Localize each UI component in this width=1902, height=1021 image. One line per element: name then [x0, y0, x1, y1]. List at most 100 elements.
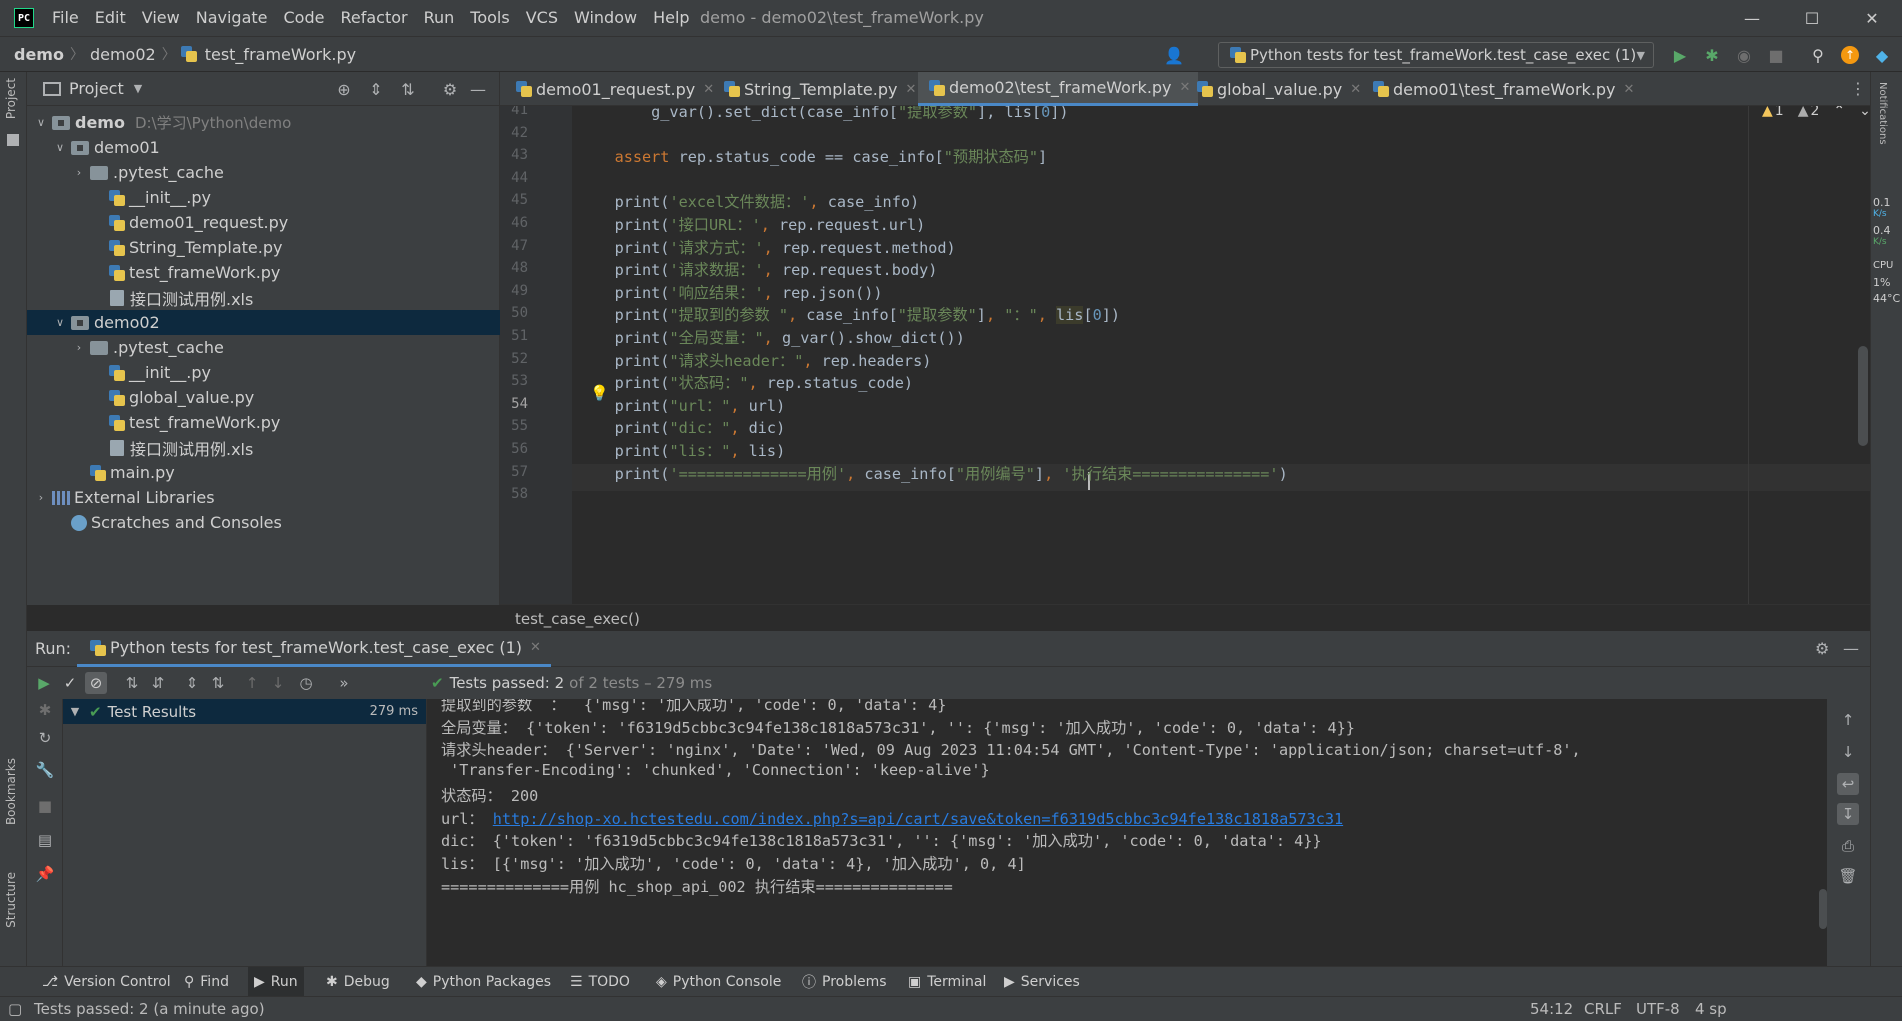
tree-item[interactable]: › .pytest_cache — [27, 160, 500, 185]
chevron-right-icon[interactable]: › — [33, 491, 49, 504]
bookmarks-tool-tab[interactable]: Bookmarks — [4, 758, 18, 825]
collapse-all-icon[interactable]: ⇅ — [207, 672, 229, 694]
show-passed-icon[interactable]: ✓ — [59, 672, 81, 694]
tab-demo02-test-framework[interactable]: demo02\test_frameWork.py ✕ — [918, 72, 1199, 106]
tool-todo[interactable]: ☰ TODO — [564, 967, 636, 997]
code-editor[interactable]: 41 42 43 44 45 46 47 48 49 50 51 52 53 54 55 56 57 58 💡 g… — [500, 106, 1870, 604]
expand-all-icon[interactable]: ⇕ — [181, 672, 203, 694]
project-title[interactable]: Project — [69, 79, 124, 98]
panel-toggle-icon[interactable]: ▢ — [8, 997, 22, 1021]
tool-python-packages[interactable]: ◆ Python Packages — [410, 967, 557, 997]
tree-item[interactable]: global_value.py — [27, 385, 500, 410]
history-icon[interactable]: ◷ — [295, 672, 317, 694]
collapse-all-icon[interactable]: ⇅ — [397, 78, 419, 100]
plugin-icon[interactable]: ◆ — [1870, 43, 1894, 67]
breadcrumb-folder[interactable]: demo02 — [86, 45, 160, 64]
breadcrumb-file[interactable]: test_frameWork.py — [201, 45, 360, 64]
tool-terminal[interactable]: ▣ Terminal — [902, 967, 992, 997]
chevron-down-icon[interactable]: ▼ — [67, 705, 83, 718]
tool-services[interactable]: ▶ Services — [998, 967, 1086, 997]
breadcrumb-project[interactable]: demo — [10, 45, 68, 64]
tab-demo01-test-framework[interactable]: demo01\test_frameWork.py ✕ — [1362, 72, 1642, 106]
tree-item[interactable]: › External Libraries — [27, 485, 500, 510]
trash-icon[interactable]: 🗑 — [1837, 865, 1859, 887]
menu-file[interactable]: File — [44, 0, 87, 36]
scroll-to-end-icon[interactable]: ↧ — [1837, 803, 1859, 825]
hide-panel-icon[interactable]: — — [467, 78, 489, 100]
project-tool-tab[interactable]: Project — [4, 78, 18, 119]
soft-wrap-icon[interactable]: ↩ — [1837, 773, 1859, 795]
editor-scrollbar[interactable] — [1858, 346, 1868, 446]
console-output[interactable]: 提取到的参数 ： {'msg': '加入成功', 'code': 0, 'dat… — [427, 699, 1827, 966]
tool-version-control[interactable]: ⎇ Version Control — [36, 967, 177, 997]
tab-string-template[interactable]: String_Template.py ✕ — [713, 72, 924, 106]
menu-window[interactable]: Window — [566, 0, 645, 36]
tree-item[interactable]: ∨ demo02 — [27, 310, 500, 335]
user-icon[interactable]: 👤 — [1162, 43, 1186, 67]
rerun-icon[interactable]: ▶ — [33, 672, 55, 694]
rerun-failed-icon[interactable]: ↻ — [34, 727, 56, 749]
gear-icon[interactable]: ⚙ — [1815, 639, 1829, 658]
arrow-up-icon[interactable]: ↑ — [1837, 709, 1859, 731]
locate-icon[interactable]: ⊕ — [333, 78, 355, 100]
sort-by-duration-icon[interactable]: ⇵ — [147, 672, 169, 694]
menu-run[interactable]: Run — [416, 0, 463, 36]
search-icon[interactable]: ⚲ — [1806, 43, 1830, 67]
print-icon[interactable]: ⎙ — [1837, 835, 1859, 857]
show-ignored-icon[interactable]: ⊘ — [85, 672, 107, 694]
debug-icon[interactable]: ✱ — [34, 699, 56, 721]
notifications-tool-tab[interactable]: Notifications — [1877, 82, 1888, 145]
close-tab-icon[interactable]: ✕ — [905, 82, 916, 97]
debug-icon[interactable]: ✱ — [1700, 43, 1724, 67]
tab-global-value[interactable]: global_value.py ✕ — [1186, 72, 1369, 106]
sort-alphabetically-icon[interactable]: ⇅ — [121, 672, 143, 694]
more-actions-icon[interactable]: » — [333, 672, 355, 694]
line-separator[interactable]: CRLF — [1584, 997, 1622, 1021]
menu-edit[interactable]: Edit — [87, 0, 134, 36]
previous-failed-icon[interactable]: ↑ — [241, 672, 263, 694]
maximize-icon[interactable]: ☐ — [1782, 0, 1842, 36]
run-icon[interactable]: ▶ — [1668, 43, 1692, 67]
chevron-down-icon[interactable]: ∨ — [52, 141, 68, 154]
menu-refactor[interactable]: Refactor — [332, 0, 415, 36]
tree-item[interactable]: 接口测试用例.xls — [27, 285, 500, 310]
run-configuration-select[interactable]: Python tests for test_frameWork.test_cas… — [1218, 42, 1654, 68]
gear-icon[interactable]: ⚙ — [439, 78, 461, 100]
update-icon[interactable]: ↑ — [1838, 43, 1862, 67]
chevron-down-icon[interactable]: ⌄ — [1859, 106, 1870, 119]
stop-icon[interactable]: ■ — [34, 795, 56, 817]
tree-item[interactable]: demo01_request.py — [27, 210, 500, 235]
menu-help[interactable]: Help — [645, 0, 697, 36]
menu-view[interactable]: View — [134, 0, 188, 36]
chevron-down-icon[interactable]: ∨ — [52, 316, 68, 329]
wrench-icon[interactable]: 🔧 — [34, 759, 56, 781]
close-tab-icon[interactable]: ✕ — [1624, 82, 1635, 97]
tree-item[interactable]: test_frameWork.py — [27, 410, 500, 435]
chevron-down-icon[interactable]: ▼ — [134, 82, 142, 95]
tree-item[interactable]: 接口测试用例.xls — [27, 435, 500, 460]
file-encoding[interactable]: UTF-8 — [1636, 997, 1680, 1021]
indent-setting[interactable]: 4 sp — [1695, 997, 1727, 1021]
test-results-row[interactable]: ▼ ✔ Test Results 279 ms — [63, 699, 426, 724]
expand-all-icon[interactable]: ⇕ — [365, 78, 387, 100]
inspection-widget[interactable]: ▲ 1 ▲ 2 ⌃ ⌄ — [1748, 106, 1870, 126]
hide-panel-icon[interactable]: — — [1843, 639, 1859, 658]
menu-navigate[interactable]: Navigate — [188, 0, 276, 36]
menu-code[interactable]: Code — [276, 0, 333, 36]
coverage-icon[interactable]: ◉ — [1732, 43, 1756, 67]
layout-icon[interactable]: ▤ — [34, 829, 56, 851]
more-tabs-icon[interactable]: ⋮ — [1850, 79, 1866, 98]
console-scrollbar[interactable] — [1819, 889, 1827, 929]
tree-item[interactable]: main.py — [27, 460, 500, 485]
tool-problems[interactable]: ⓘ Problems — [796, 967, 893, 997]
tab-demo01-request[interactable]: demo01_request.py ✕ — [505, 72, 722, 106]
tree-item[interactable]: › .pytest_cache — [27, 335, 500, 360]
tree-item[interactable]: __init__.py — [27, 360, 500, 385]
close-tab-icon[interactable]: ✕ — [530, 640, 541, 655]
tree-item[interactable]: test_frameWork.py — [27, 260, 500, 285]
tree-item[interactable]: ∨ demo01 — [27, 135, 500, 160]
console-link[interactable]: http://shop-xo.hctestedu.com/index.php?s… — [493, 810, 1343, 828]
chevron-right-icon[interactable]: › — [71, 341, 87, 354]
tool-debug[interactable]: ✱ Debug — [320, 967, 396, 997]
arrow-down-icon[interactable]: ↓ — [1837, 741, 1859, 763]
